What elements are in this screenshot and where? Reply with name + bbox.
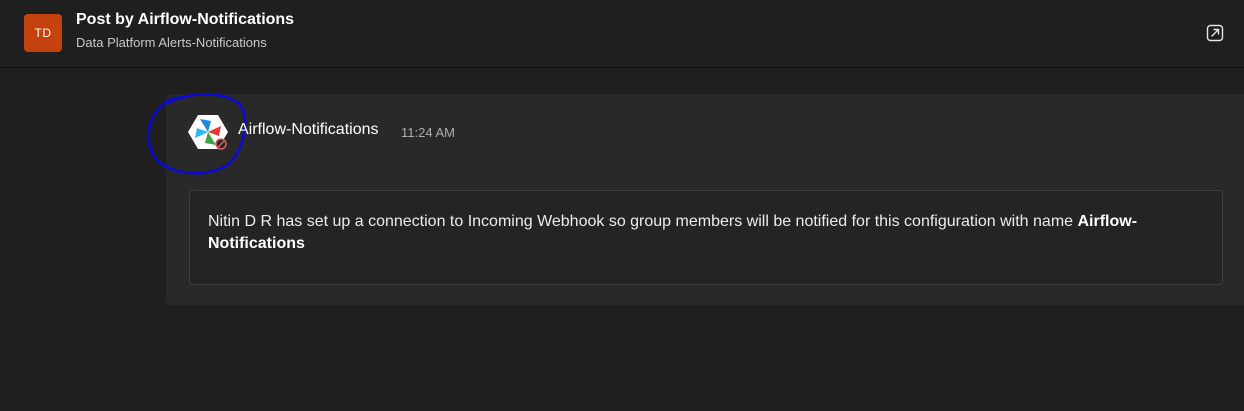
page-title: Post by Airflow-Notifications — [76, 11, 295, 28]
airflow-logo-icon — [188, 115, 228, 150]
popout-icon — [1206, 24, 1224, 42]
sender-name[interactable]: Airflow-Notifications — [238, 121, 378, 139]
channel-name[interactable]: Data Platform Alerts-Notifications — [76, 35, 267, 50]
post-card: Airflow-Notifications 11:24 AM Nitin D R… — [147, 92, 1244, 305]
popout-button[interactable] — [1204, 22, 1226, 44]
message-text: Nitin D R has set up a connection to Inc… — [208, 213, 1078, 230]
message-timestamp: 11:24 AM — [401, 125, 455, 140]
post-header: TD Post by Airflow-Notifications Data Pl… — [0, 0, 1244, 68]
team-initials: TD — [34, 26, 52, 40]
message-body: Nitin D R has set up a connection to Inc… — [189, 190, 1223, 285]
team-avatar[interactable]: TD — [24, 14, 62, 52]
